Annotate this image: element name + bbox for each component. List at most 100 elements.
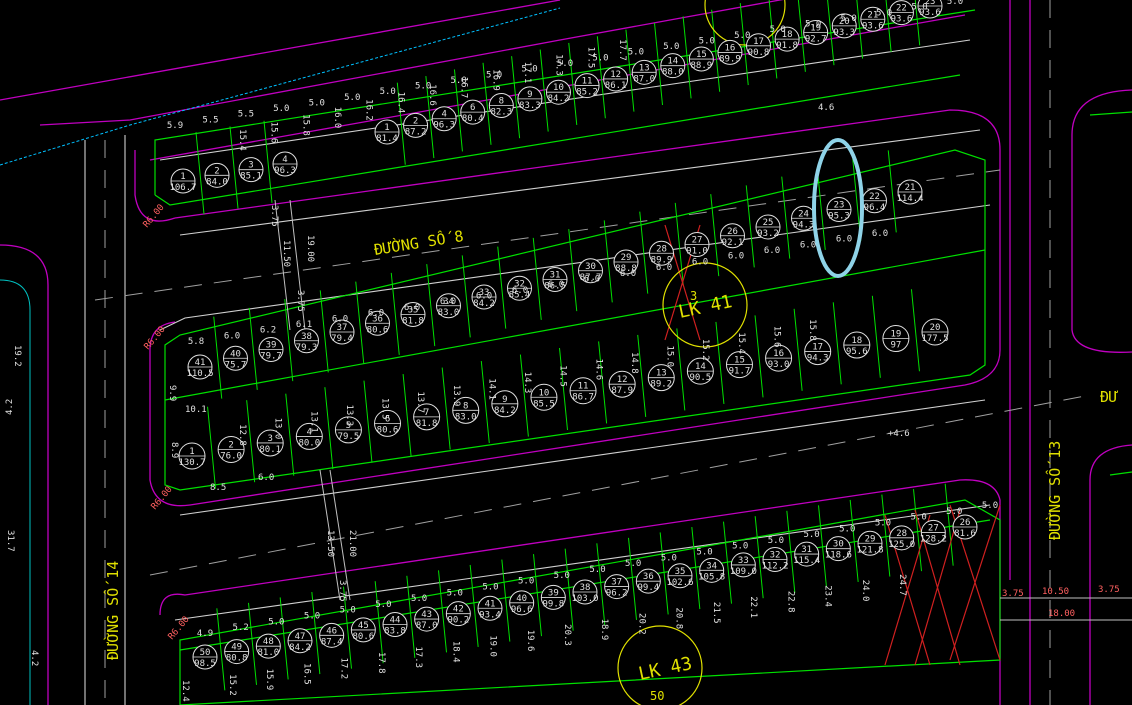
lot-marker[interactable]: 29121.8 (856, 530, 884, 556)
lot-dimension: 5.0 (734, 31, 750, 41)
lot-marker[interactable]: 38103.0 (571, 579, 599, 605)
lot-marker[interactable]: 1185.2 (574, 73, 600, 99)
lot-marker[interactable]: 4483.8 (382, 612, 408, 637)
lot-marker[interactable]: 41110.5 (186, 354, 214, 380)
lot-marker[interactable]: 2692.1 (720, 223, 745, 249)
lot-marker[interactable]: 1106.7 (169, 168, 197, 194)
lot-marker[interactable]: 4193.4 (477, 595, 503, 621)
lot-marker[interactable]: 1490.5 (686, 357, 714, 385)
lot-dimension: 13.5 (380, 398, 390, 420)
lot-dimension: 5.0 (518, 577, 534, 587)
lot-marker[interactable]: 31115.4 (793, 541, 820, 567)
lot-marker[interactable]: 1287.9 (608, 370, 636, 398)
lot-marker[interactable]: 2293.6 (888, 0, 914, 26)
lot-marker[interactable]: 2395.3 (826, 197, 852, 222)
lot-marker[interactable]: 21114.4 (896, 179, 924, 205)
lot-dimension: 24.0 (860, 580, 870, 602)
lot-marker[interactable]: 287.2 (403, 112, 429, 138)
lot-number: 20 (930, 323, 941, 333)
lot-marker[interactable]: 20177.5 (921, 318, 949, 346)
lot-marker[interactable]: 4290.2 (445, 601, 471, 627)
lot-marker[interactable]: 284.0 (204, 162, 230, 188)
lot-number: 38 (580, 583, 591, 593)
lot-marker[interactable]: 4387.0 (414, 606, 440, 632)
lot-marker[interactable]: 4580.6 (350, 617, 376, 643)
lot-marker[interactable]: 385.1 (238, 157, 264, 183)
lot-marker[interactable]: 1389.2 (647, 364, 675, 392)
lot-marker[interactable]: 4881.0 (255, 633, 281, 659)
lot-marker[interactable]: 28125.0 (888, 525, 915, 551)
lot-marker[interactable]: 1997 (882, 325, 910, 353)
lot-marker[interactable]: 5098.5 (192, 644, 218, 670)
lot-dimension: 20.3 (562, 624, 572, 646)
lot-marker[interactable]: 2791.0 (684, 232, 710, 257)
lot-marker[interactable]: 4687.4 (319, 622, 345, 648)
lot-marker[interactable]: 2889.9 (649, 240, 674, 266)
lot-dimension: 14.5 (558, 365, 568, 387)
lot-marker[interactable]: 1693.0 (765, 344, 793, 372)
lot-marker[interactable]: 27128.2 (920, 519, 947, 545)
lot-number: 6 (470, 103, 475, 113)
lot-area: 90.5 (690, 373, 712, 383)
lot-number: 3 (267, 434, 272, 444)
lot-marker[interactable]: 2494.3 (791, 205, 816, 231)
lot-marker[interactable]: 1130.7 (178, 442, 206, 470)
lot-dimension: 5.9 (167, 121, 183, 131)
lot-marker[interactable]: 4980.8 (224, 639, 250, 665)
lot-marker[interactable]: 1084.2 (545, 79, 571, 105)
lot-marker[interactable]: 882.3 (488, 92, 514, 118)
lot-marker[interactable]: 983.3 (517, 86, 543, 112)
lot-number: 2 (228, 440, 233, 450)
lot-marker[interactable]: 1387.0 (631, 59, 657, 85)
lot-marker[interactable]: 1689.9 (717, 39, 743, 65)
lot-area: 94.3 (793, 220, 815, 230)
lot-marker[interactable]: 3979.7 (258, 337, 284, 362)
lot-area: 87.0 (416, 621, 438, 631)
lot-marker[interactable]: 30118.6 (825, 536, 852, 562)
lot-marker[interactable]: 2296.4 (862, 188, 887, 214)
lot-marker[interactable]: 34105.8 (698, 557, 725, 583)
lot-marker[interactable]: 4096.6 (509, 590, 535, 616)
lot-marker[interactable]: 2593.2 (755, 214, 781, 240)
lot-marker[interactable]: 35102.6 (666, 563, 694, 589)
lot-marker[interactable]: 1186.7 (569, 377, 597, 405)
lot-marker[interactable]: 1794.3 (804, 338, 832, 366)
lot-marker[interactable]: 33109.0 (730, 552, 757, 578)
lot-marker[interactable]: 3879.3 (294, 328, 319, 354)
lot-marker[interactable]: 1085.5 (530, 383, 558, 411)
lot-number: 29 (621, 253, 632, 263)
lot-number: 39 (548, 588, 559, 598)
lot-number: 23 (834, 201, 845, 211)
lot-area: 83.3 (519, 101, 541, 111)
lot-marker[interactable]: 680.4 (460, 99, 486, 125)
lot-marker[interactable]: 4784.2 (287, 628, 313, 654)
lot-marker[interactable]: 1488.0 (660, 53, 686, 79)
lot-marker[interactable]: 496.3 (431, 106, 457, 132)
lot-dimension: 13.1 (308, 411, 318, 433)
lot-area: 121.8 (856, 545, 883, 555)
lot-marker[interactable]: 32112.2 (761, 547, 789, 572)
street-label-so13: ĐƯỜNG SỐ 13 (1045, 441, 1064, 540)
lot-marker[interactable]: 4075.7 (223, 345, 248, 371)
lot-marker[interactable]: 1286.1 (603, 66, 629, 92)
lot-area: 81.8 (402, 317, 424, 327)
lot-marker[interactable]: 1895.6 (843, 331, 871, 359)
lot-marker[interactable]: 3999.8 (540, 584, 566, 610)
road-dim-r1: 3.75 (1002, 589, 1024, 599)
lot-dimension: 5.0 (876, 8, 892, 18)
lot-marker[interactable]: 3699.4 (635, 568, 661, 594)
lot-marker[interactable]: 496.3 (272, 151, 298, 177)
lot-dimension: 15.4 (237, 129, 247, 151)
lot-marker[interactable]: 1591.7 (725, 351, 753, 379)
lot-dimension: 22.8 (785, 591, 795, 613)
lot-marker[interactable]: 1588.9 (688, 46, 714, 72)
lot-marker[interactable]: 181.4 (374, 119, 400, 145)
lot-dimension: 5.5 (238, 110, 254, 120)
lot-number: 12 (617, 375, 628, 385)
lot-marker[interactable]: 2681.6 (952, 514, 978, 540)
lot-dimension: 5.0 (911, 513, 927, 523)
lot-marker[interactable]: 3796.2 (604, 574, 630, 600)
road-dim-d4: 3.75 (295, 290, 305, 312)
lot-number: 12 (610, 70, 621, 80)
road-dim-r3: 3.75 (1098, 585, 1120, 595)
